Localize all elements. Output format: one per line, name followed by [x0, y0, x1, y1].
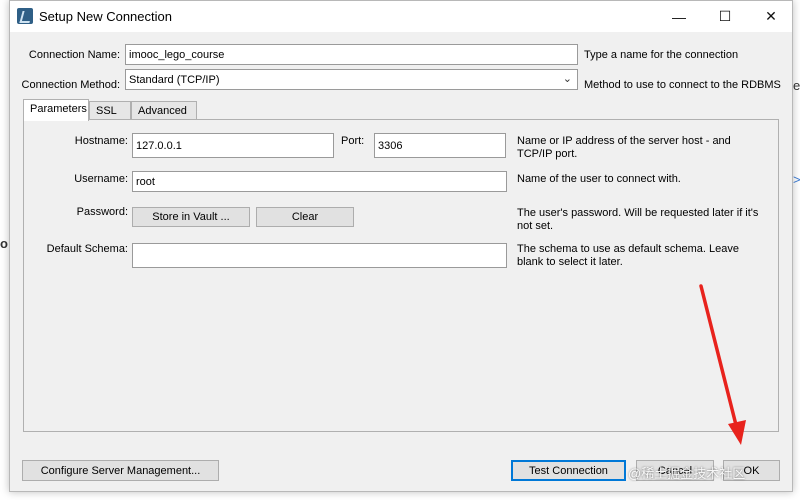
red-annotation-arrow	[699, 284, 746, 445]
watermark: @稀土掘金技术社区	[628, 466, 746, 481]
tab-parameters[interactable]: Parameters	[23, 99, 89, 121]
arrow-head	[728, 420, 746, 445]
arrow-shaft	[699, 284, 738, 427]
